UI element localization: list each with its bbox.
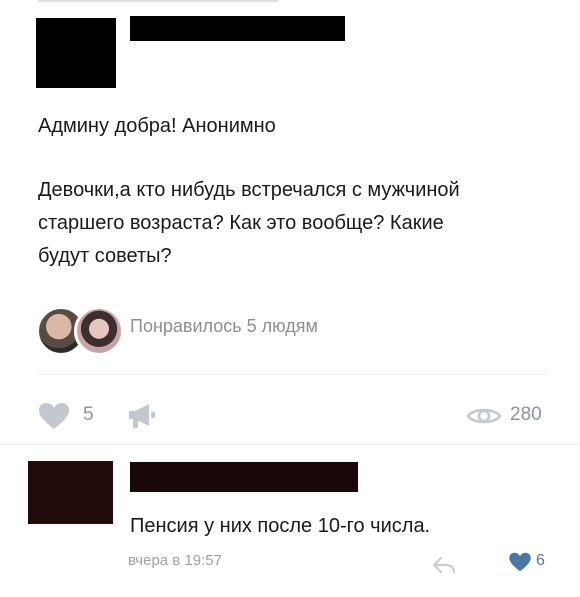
author-name-redacted[interactable] [130,16,345,41]
heart-icon[interactable] [508,552,532,572]
author-avatar-redacted[interactable] [36,18,116,88]
megaphone-icon[interactable] [127,400,157,430]
actions-divider [38,374,548,375]
top-divider [38,0,278,2]
likers-avatars[interactable] [36,304,136,356]
likes-count: 5 [83,404,94,425]
comment-likes-count: 6 [536,552,545,569]
reply-icon[interactable] [432,556,456,574]
commenter-name-redacted[interactable] [130,462,358,492]
eye-icon [467,408,501,424]
post-text-line-2: Девочки,а кто нибудь встречался с мужчин… [38,179,460,201]
heart-icon[interactable] [38,402,70,430]
commenter-avatar-redacted[interactable] [28,461,113,524]
post-text-line-3: старшего возраста? Как это вообще? Какие [38,212,444,234]
comment-timestamp[interactable]: вчера в 19:57 [128,552,222,569]
post-text-line-1: Админу добра! Анонимно [38,115,276,137]
comment-text: Пенсия у них после 10-го числа. [130,515,431,537]
post-text-line-4: будут советы? [38,245,172,267]
views-count: 280 [510,404,542,425]
comment-divider [0,444,580,445]
liker-avatar[interactable] [74,306,124,356]
post-page: Админу добра! Анонимно Девочки,а кто ниб… [0,0,580,597]
likes-summary-link[interactable]: Понравилось 5 людям [130,316,318,337]
